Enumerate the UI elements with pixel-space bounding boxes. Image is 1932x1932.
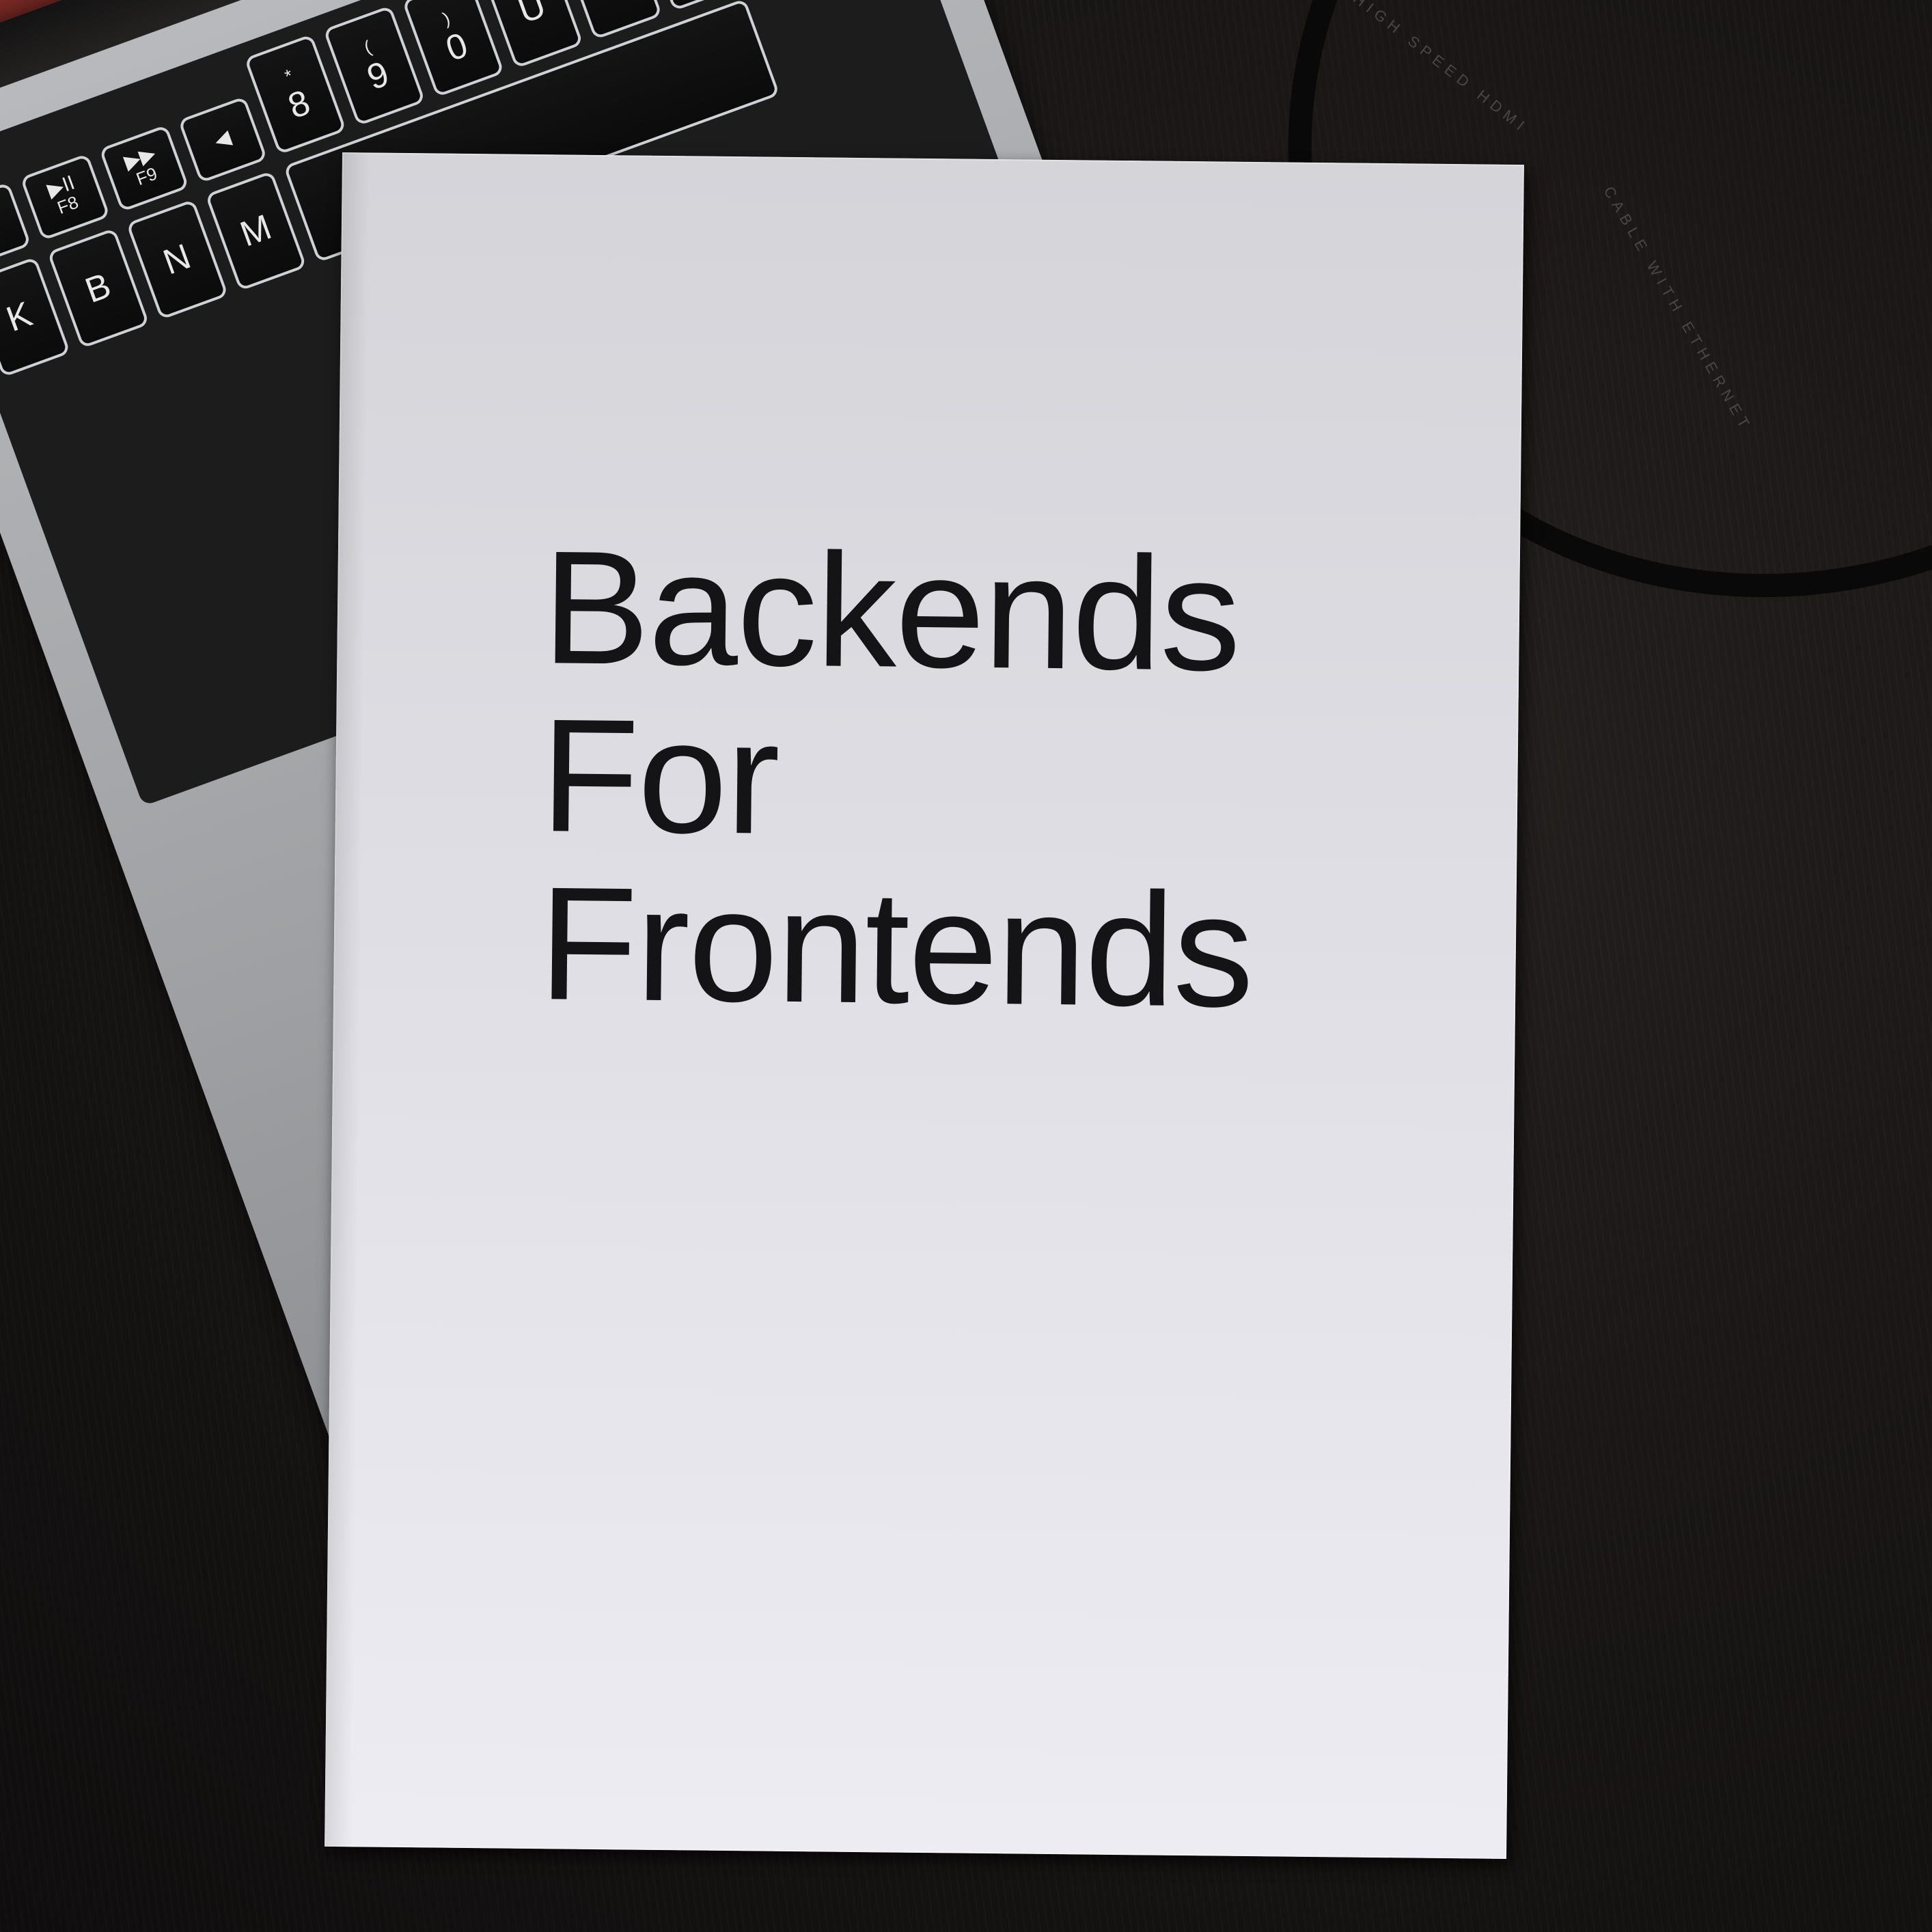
book-title: Backends For Frontends xyxy=(538,517,1257,1042)
key-mute[interactable]: ◀ xyxy=(177,96,268,184)
key-play-pause[interactable]: ▶II F8 xyxy=(20,153,111,241)
key-fast-forward[interactable]: ▶▶ F9 xyxy=(98,124,189,212)
book-title-line-3: Frontends xyxy=(538,853,1254,1042)
photo-scene: HIGH SPEED HDMI CABLE WITH ETHERNET F7 ▶… xyxy=(0,0,1932,1932)
book-title-line-1: Backends xyxy=(541,517,1241,705)
book-title-line-2: For xyxy=(540,685,779,868)
book-cover: Backends For Frontends xyxy=(325,152,1524,1859)
